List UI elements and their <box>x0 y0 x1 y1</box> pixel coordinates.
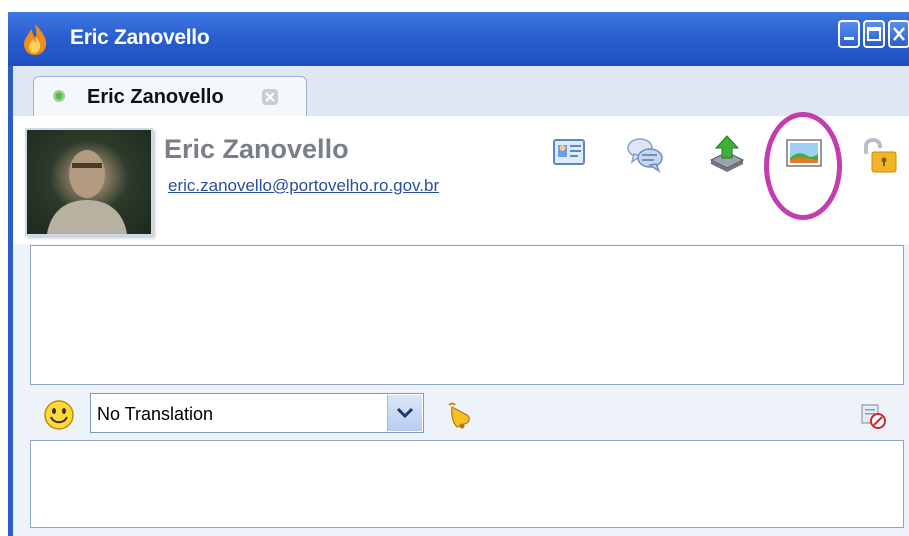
maximize-icon <box>867 27 881 41</box>
title-bar[interactable]: Eric Zanovello <box>8 12 909 66</box>
tab-label: Eric Zanovello <box>87 86 224 108</box>
online-status-icon <box>53 90 65 102</box>
maximize-button[interactable] <box>863 20 885 48</box>
tab-close-icon[interactable] <box>261 88 279 106</box>
avatar <box>25 128 153 236</box>
tab-strip: Eric Zanovello <box>13 66 909 117</box>
message-input[interactable] <box>30 440 904 528</box>
minimize-icon <box>844 37 854 40</box>
tab-conversation[interactable]: Eric Zanovello <box>33 76 307 117</box>
nudge-bell-icon[interactable] <box>443 399 475 431</box>
emoticon-icon[interactable] <box>43 399 75 431</box>
minimize-button[interactable] <box>838 20 860 48</box>
close-icon <box>893 27 905 41</box>
contact-name: Eric Zanovello <box>164 134 349 164</box>
close-button[interactable] <box>888 20 909 48</box>
chat-history-icon[interactable] <box>626 134 666 174</box>
translation-select[interactable]: No Translation <box>90 393 424 433</box>
highlight-annotation <box>764 112 842 220</box>
dropdown-arrow-button[interactable] <box>387 395 422 431</box>
spark-flame-icon <box>24 24 47 55</box>
send-file-icon[interactable] <box>707 134 747 174</box>
chevron-down-icon <box>396 407 414 419</box>
translation-selected-value: No Translation <box>97 404 214 424</box>
lock-icon[interactable] <box>858 134 898 174</box>
clear-chat-icon[interactable] <box>860 403 886 429</box>
contact-card-icon[interactable] <box>550 134 590 174</box>
window-title: Eric Zanovello <box>70 26 210 49</box>
contact-header: Eric Zanovello eric.zanovello@portovelho… <box>13 112 909 244</box>
chat-history-pane[interactable] <box>30 245 904 385</box>
contact-email-link[interactable]: eric.zanovello@portovelho.ro.gov.br <box>168 176 439 196</box>
chat-window: Eric Zanovello Eric Zanovello Eric Zanov… <box>8 12 909 536</box>
message-toolbar: No Translation <box>13 385 909 441</box>
